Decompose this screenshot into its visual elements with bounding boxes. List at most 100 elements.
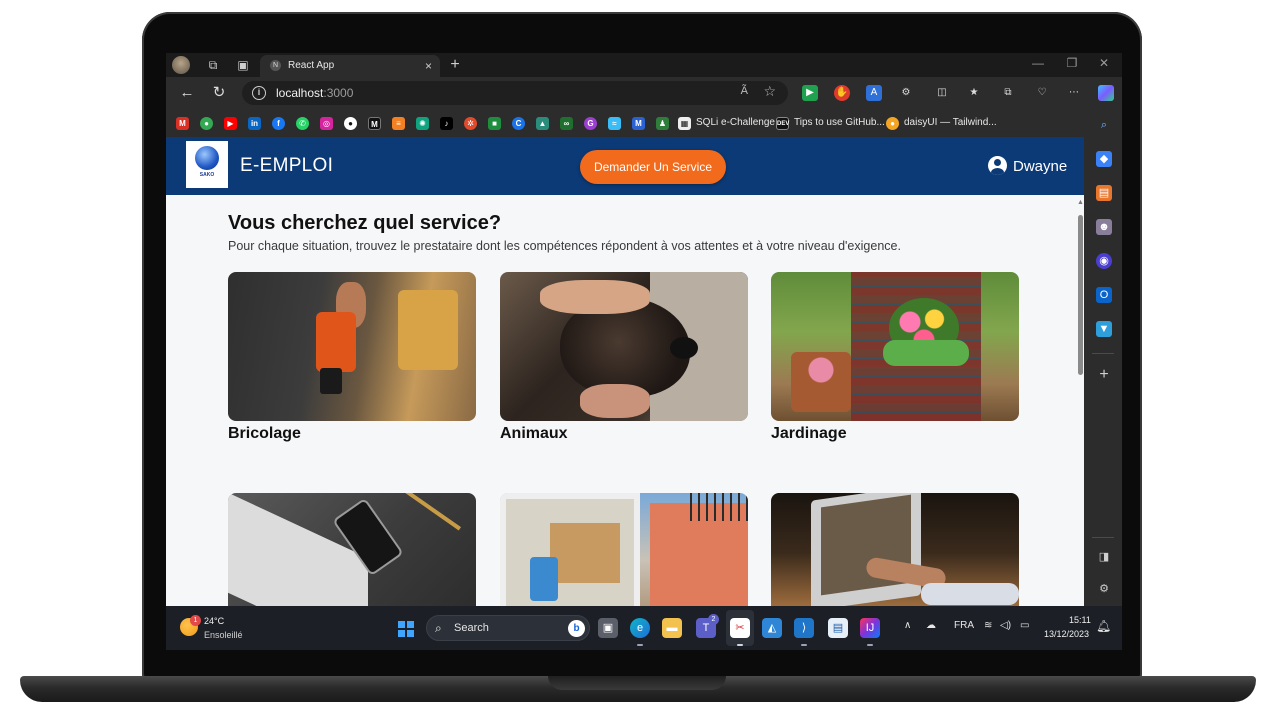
sidebar-settings-icon[interactable]: ⚙ [1096, 581, 1112, 597]
bookmark-chat-icon[interactable]: ■ [488, 117, 501, 130]
clock-date[interactable]: 13/12/2023 [1044, 629, 1089, 639]
bookmark-mountain-icon[interactable]: ▲ [536, 117, 549, 130]
file-explorer-icon[interactable]: ▬ [662, 618, 682, 638]
clock-time[interactable]: 15:11 [1069, 615, 1091, 625]
bookmark-github-tips[interactable]: Tips to use GitHub... [794, 117, 885, 128]
edge-icon[interactable]: e [630, 618, 650, 638]
taskbar-search[interactable]: ⌕ Search b [426, 615, 590, 641]
tab-react-app[interactable]: N React App × [260, 55, 440, 77]
service-card-animaux[interactable]: Animaux [500, 272, 748, 443]
extension-adblock-icon[interactable]: ✋ [834, 85, 850, 101]
page-scrollbar[interactable]: ▲ [1076, 197, 1084, 606]
sidebar-tools-icon[interactable]: ▤ [1096, 185, 1112, 201]
github-icon[interactable]: ● [344, 117, 357, 130]
bing-icon[interactable]: b [568, 620, 585, 637]
tray-overflow-icon[interactable]: ∧ [904, 620, 911, 631]
bookmark-sqli[interactable]: SQLi e-Challenge [696, 117, 775, 128]
site-info-icon[interactable]: i [252, 86, 266, 100]
tab-actions-icon[interactable]: ▣ [234, 56, 252, 74]
request-service-button[interactable]: Demander Un Service [580, 150, 726, 184]
scrollbar-thumb[interactable] [1078, 215, 1083, 375]
favorite-star-icon[interactable]: ☆ [763, 83, 776, 100]
extension-meet-icon[interactable]: ▶ [802, 85, 818, 101]
more-menu-icon[interactable]: ⋯ [1066, 85, 1082, 101]
service-label[interactable]: Bricolage [228, 425, 476, 443]
sidebar-people-icon[interactable]: ☻ [1096, 219, 1112, 235]
sidebar-copilot-icon[interactable]: ◉ [1096, 253, 1112, 269]
copilot-icon[interactable] [1098, 85, 1114, 101]
service-image-4[interactable] [228, 493, 476, 606]
service-image-6[interactable] [771, 493, 1019, 606]
read-aloud-icon[interactable]: Ã [741, 85, 748, 97]
wifi-icon[interactable]: ≋ [984, 620, 992, 631]
onedrive-icon[interactable]: ☁ [926, 620, 936, 631]
profile-avatar[interactable] [172, 56, 190, 74]
service-label[interactable]: Jardinage [771, 425, 1019, 443]
tiktok-icon[interactable]: ♪ [440, 117, 453, 130]
sidebar-outlook-icon[interactable]: O [1096, 287, 1112, 303]
refresh-icon[interactable]: ↻ [210, 84, 228, 102]
photos-icon[interactable]: ◭ [762, 618, 782, 638]
sidebar-panel-icon[interactable]: ◨ [1096, 549, 1112, 565]
youtube-icon[interactable]: ▶ [224, 117, 237, 130]
windows-start-icon[interactable] [398, 621, 414, 637]
bookmark-infinity-icon[interactable]: ∞ [560, 117, 573, 130]
vscode-icon[interactable]: ⟩ [794, 618, 814, 638]
collections-icon[interactable]: ⧉ [1000, 85, 1016, 101]
weather-description[interactable]: Ensoleillé [204, 630, 243, 640]
instagram-icon[interactable]: ◎ [320, 117, 333, 130]
sidebar-shopping-icon[interactable]: ◆ [1096, 151, 1112, 167]
image-viewer-icon[interactable]: ▤ [828, 618, 848, 638]
volume-icon[interactable]: ◁) [1000, 620, 1011, 631]
sidebar-add-icon[interactable]: + [1096, 367, 1112, 383]
sqli-icon[interactable]: ▦ [678, 117, 691, 130]
intellij-icon[interactable]: IJ [860, 618, 880, 638]
address-bar[interactable]: i localhost:3000 Ã ☆ [242, 81, 788, 105]
maps-icon[interactable]: ● [200, 117, 213, 130]
scroll-up-icon[interactable]: ▲ [1077, 199, 1084, 206]
notification-bell-icon[interactable]: 🔔︎ [1096, 619, 1111, 633]
facebook-icon[interactable]: f [272, 117, 285, 130]
site-logo[interactable]: SAKO [186, 141, 228, 188]
service-card-6[interactable] [771, 493, 1019, 606]
medium-icon[interactable]: M [368, 117, 381, 130]
snipping-tool-icon[interactable]: ✂ [730, 618, 750, 638]
chatgpt-icon[interactable]: ✺ [416, 117, 429, 130]
url-text[interactable]: localhost:3000 [276, 86, 353, 100]
service-label[interactable]: Animaux [500, 425, 748, 443]
minimize-icon[interactable]: — [1028, 56, 1048, 70]
whatsapp-icon[interactable]: ✆ [296, 117, 309, 130]
brand-name[interactable]: E-EMPLOI [240, 155, 333, 177]
sidebar-drop-icon[interactable]: ▼ [1096, 321, 1112, 337]
browser-essentials-icon[interactable]: ♡ [1034, 85, 1050, 101]
favorites-icon[interactable]: ★ [966, 85, 982, 101]
bookmark-figure-icon[interactable]: ♟ [656, 117, 669, 130]
service-image-animaux[interactable] [500, 272, 748, 421]
workspaces-icon[interactable]: ⧉ [204, 56, 222, 74]
bookmark-red-icon[interactable]: ✲ [464, 117, 477, 130]
battery-icon[interactable]: ▭ [1020, 620, 1029, 631]
split-screen-icon[interactable]: ◫ [934, 85, 950, 101]
bookmark-g-icon[interactable]: G [584, 117, 597, 130]
dev-icon[interactable]: DEV [776, 117, 789, 130]
new-tab-icon[interactable]: + [446, 56, 464, 74]
linkedin-icon[interactable]: in [248, 117, 261, 130]
weather-temperature[interactable]: 24°C [204, 616, 224, 626]
bookmark-ms-icon[interactable]: M [632, 117, 645, 130]
service-card-bricolage[interactable]: Bricolage [228, 272, 476, 443]
back-icon[interactable]: ← [178, 84, 196, 102]
service-card-4[interactable] [228, 493, 476, 606]
service-image-bricolage[interactable] [228, 272, 476, 421]
bookmark-c-icon[interactable]: C [512, 117, 525, 130]
language-indicator[interactable]: FRA [954, 620, 974, 631]
stackoverflow-icon[interactable]: ≡ [392, 117, 405, 130]
service-card-jardinage[interactable]: Jardinage [771, 272, 1019, 443]
service-card-5[interactable] [500, 493, 748, 606]
extension-translate-icon[interactable]: A [866, 85, 882, 101]
extensions-puzzle-icon[interactable]: ⚙ [898, 85, 914, 101]
tailwind-icon[interactable]: ≈ [608, 117, 621, 130]
task-view-icon[interactable]: ▣ [598, 618, 618, 638]
maximize-icon[interactable]: ❐ [1062, 56, 1082, 70]
daisyui-icon[interactable]: ● [886, 117, 899, 130]
tab-close-icon[interactable]: × [425, 55, 432, 77]
